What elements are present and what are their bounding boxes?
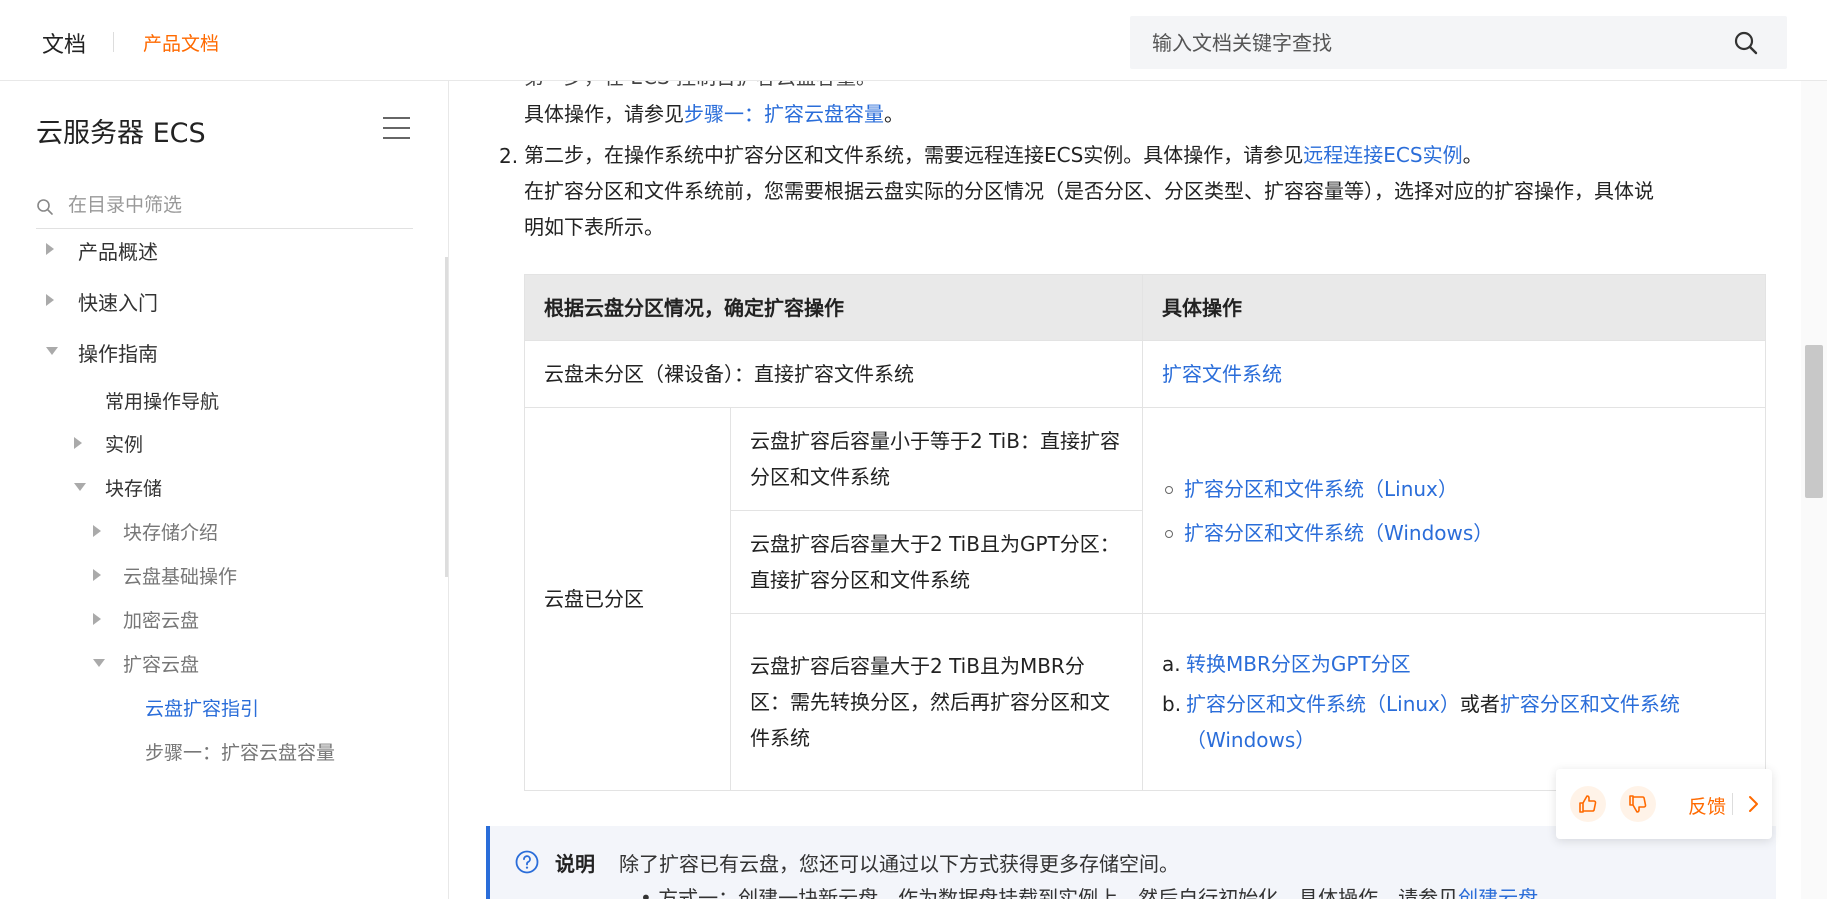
- thumbs-up-icon: [1579, 795, 1597, 813]
- sidebar-item-instance[interactable]: 实例: [74, 430, 143, 457]
- action-steps: a. 转换MBR分区为GPT分区 b. 扩容分区和文件系统（Linux）或者扩容分区…: [1162, 646, 1746, 758]
- table-row: 云盘未分区（裸设备）：直接扩容文件系统 扩容文件系统: [524, 340, 1766, 408]
- thumbs-up-button[interactable]: [1570, 786, 1606, 822]
- list-item: 扩容分区和文件系统（Linux）: [1162, 471, 1746, 507]
- cut-off-line: 第一步，在 ECS 控制台扩容云盘容量。: [524, 81, 876, 95]
- table-header-row: 根据云盘分区情况，确定扩容操作 具体操作: [524, 274, 1766, 341]
- sidebar-item-product-overview[interactable]: 产品概述: [46, 236, 158, 265]
- sidebar-filter[interactable]: [36, 183, 413, 229]
- resize-fs-link[interactable]: 扩容文件系统: [1162, 362, 1282, 386]
- resize-operations-table: 根据云盘分区情况，确定扩容操作 具体操作 云盘未分区（裸设备）：直接扩容文件系统…: [524, 274, 1766, 791]
- step1-detail: 具体操作，请参见步骤一：扩容云盘容量。: [524, 102, 904, 126]
- page-scrollbar[interactable]: [1801, 81, 1827, 899]
- table-header-condition: 根据云盘分区情况，确定扩容操作: [524, 274, 1143, 341]
- sidebar-item-quick-start[interactable]: 快速入门: [46, 287, 158, 316]
- filter-input[interactable]: [68, 191, 398, 219]
- action-list: 扩容分区和文件系统（Linux） 扩容分区和文件系统（Windows）: [1162, 471, 1746, 551]
- search-icon[interactable]: [1733, 30, 1759, 56]
- top-bar: 文档 产品文档: [0, 0, 1827, 81]
- table-cell-action: 扩容分区和文件系统（Linux） 扩容分区和文件系统（Windows）: [1142, 407, 1766, 614]
- sidebar-item-block-storage-intro[interactable]: 块存储介绍: [93, 518, 218, 545]
- sidebar-item-disk-basics[interactable]: 云盘基础操作: [93, 562, 237, 589]
- expand-caret-icon: [93, 525, 101, 537]
- question-circle-icon: [515, 850, 539, 874]
- collapse-caret-icon: [93, 659, 105, 667]
- table-row: 云盘已分区 云盘扩容后容量小于等于2 TiB：直接扩容分区和文件系统 扩容分区和…: [524, 407, 1766, 791]
- sidebar: 云服务器 ECS 产品概述 快速入门 操作指南 常用操作导航 实例 块存储 块存…: [0, 81, 449, 899]
- resize-windows-link[interactable]: 扩容分区和文件系统（Windows）: [1184, 521, 1493, 545]
- step1-link[interactable]: 步骤一：扩容云盘容量: [684, 102, 884, 126]
- search-box[interactable]: [1130, 16, 1787, 69]
- note-sub-item: • 方式一：创建一块新云盘，作为数据盘挂载到实例上，然后自行初始化。具体操作，请…: [640, 882, 1538, 899]
- sidebar-item-step-one[interactable]: 步骤一：扩容云盘容量: [145, 738, 335, 765]
- search-input[interactable]: [1152, 28, 1712, 58]
- expand-caret-icon: [46, 294, 54, 306]
- sidebar-item-common-nav[interactable]: 常用操作导航: [105, 387, 219, 414]
- list-item: b. 扩容分区和文件系统（Linux）或者扩容分区和文件系统（Windows）: [1162, 692, 1680, 752]
- menu-icon[interactable]: [383, 117, 410, 139]
- table-cell-condition: 云盘扩容后容量大于2 TiB且为GPT分区：直接扩容分区和文件系统: [730, 510, 1143, 614]
- create-disk-link[interactable]: 创建云盘: [1458, 886, 1538, 899]
- list-item: 扩容分区和文件系统（Windows）: [1162, 515, 1746, 551]
- remote-connect-link[interactable]: 远程连接ECS实例: [1303, 143, 1462, 167]
- table-cell-condition: 云盘扩容后容量小于等于2 TiB：直接扩容分区和文件系统: [730, 407, 1143, 511]
- expand-caret-icon: [46, 243, 54, 255]
- sidebar-item-resize-guide[interactable]: 云盘扩容指引: [145, 694, 259, 721]
- sidebar-item-block-storage[interactable]: 块存储: [74, 474, 162, 501]
- collapse-caret-icon: [74, 483, 86, 491]
- table-header-action: 具体操作: [1142, 274, 1766, 341]
- step2-desc-line1: 在扩容分区和文件系统前，您需要根据云盘实际的分区情况（是否分区、分区类型、扩容容…: [524, 179, 1654, 203]
- feedback-widget: 反馈: [1556, 769, 1772, 839]
- header-divider: [113, 32, 114, 52]
- sidebar-item-resize-disk[interactable]: 扩容云盘: [93, 650, 199, 677]
- list-item: a. 转换MBR分区为GPT分区: [1162, 652, 1411, 676]
- step2-number: 2.: [499, 144, 519, 168]
- note-label: 说明: [555, 852, 595, 876]
- expand-caret-icon: [93, 613, 101, 625]
- step2-text: 第二步，在操作系统中扩容分区和文件系统，需要远程连接ECS实例。具体操作，请参见…: [524, 143, 1483, 167]
- sidebar-item-encrypted-disk[interactable]: 加密云盘: [93, 606, 199, 633]
- thumbs-down-icon: [1629, 795, 1647, 813]
- expand-caret-icon: [93, 569, 101, 581]
- breadcrumb-product-docs[interactable]: 产品文档: [143, 29, 219, 56]
- brand-docs-link[interactable]: 文档: [42, 27, 86, 59]
- expand-caret-icon: [74, 437, 82, 449]
- thumbs-down-button[interactable]: [1620, 786, 1656, 822]
- page-scrollbar-thumb[interactable]: [1805, 345, 1823, 498]
- step2-desc-line2: 明如下表所示。: [524, 215, 664, 239]
- chevron-right-icon[interactable]: [1743, 793, 1763, 815]
- collapse-caret-icon: [46, 347, 58, 355]
- convert-mbr-link[interactable]: 转换MBR分区为GPT分区: [1186, 652, 1411, 676]
- table-cell-condition: 云盘未分区（裸设备）：直接扩容文件系统: [524, 340, 1143, 408]
- resize-linux-link[interactable]: 扩容分区和文件系统（Linux）: [1184, 477, 1458, 501]
- sidebar-title: 云服务器 ECS: [36, 118, 206, 149]
- feedback-button[interactable]: 反馈: [1688, 792, 1726, 819]
- table-cell-action: a. 转换MBR分区为GPT分区 b. 扩容分区和文件系统（Linux）或者扩容分区…: [1142, 613, 1766, 791]
- table-cell-condition: 云盘扩容后容量大于2 TiB且为MBR分区：需先转换分区，然后再扩容分区和文件系…: [730, 613, 1143, 791]
- filter-search-icon: [37, 199, 53, 215]
- sidebar-item-operation-guide[interactable]: 操作指南: [46, 338, 158, 367]
- table-cell-action: 扩容文件系统: [1142, 340, 1766, 408]
- note-text: 除了扩容已有云盘，您还可以通过以下方式获得更多存储空间。: [619, 852, 1179, 876]
- resize-linux-link-2[interactable]: 扩容分区和文件系统（Linux）: [1186, 692, 1460, 716]
- table-cell-group-label: 云盘已分区: [524, 407, 731, 791]
- feedback-divider: [1732, 793, 1733, 815]
